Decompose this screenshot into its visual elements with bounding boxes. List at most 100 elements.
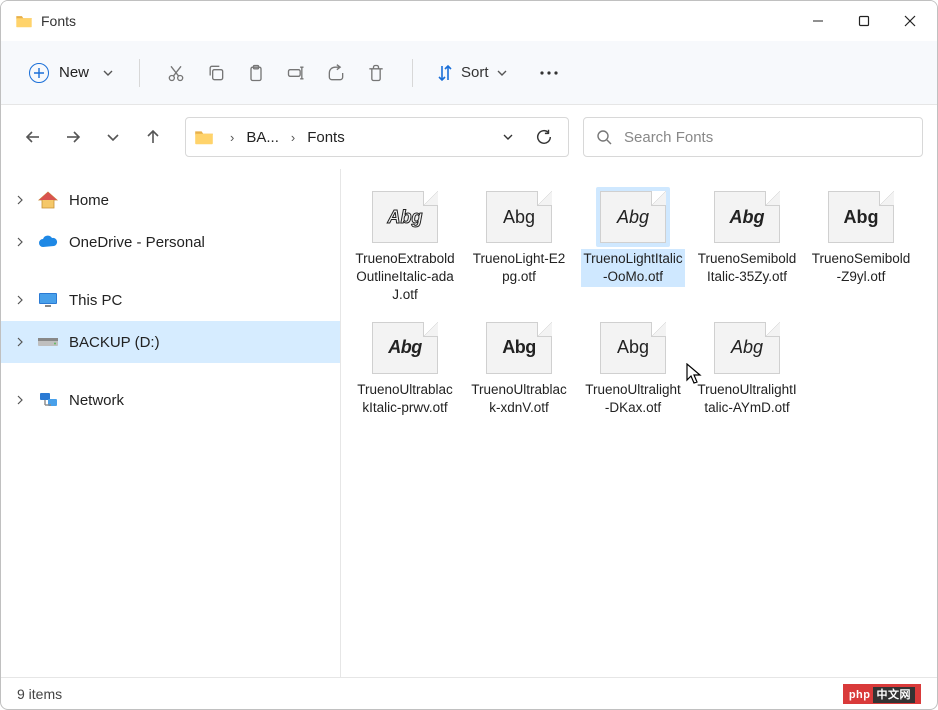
sidebar-item-home[interactable]: Home	[1, 179, 340, 221]
file-name: TruenoLight-E2pg.otf	[467, 249, 571, 287]
font-thumbnail: Abg	[372, 191, 438, 243]
plus-icon	[29, 63, 49, 83]
share-button[interactable]	[316, 53, 356, 93]
font-preview-glyph: Abg	[502, 337, 536, 358]
back-button[interactable]	[15, 119, 51, 155]
refresh-button[interactable]	[528, 121, 560, 153]
file-name: TruenoSemibold-Z9yl.otf	[809, 249, 913, 287]
sidebar-item-thispc[interactable]: This PC	[1, 279, 340, 321]
copy-button[interactable]	[196, 53, 236, 93]
drive-icon	[37, 331, 59, 353]
font-thumbnail: Abg	[714, 322, 780, 374]
navbar: › BA... › Fonts	[1, 105, 937, 169]
chevron-right-icon	[13, 295, 27, 305]
file-item[interactable]: Abg TruenoUltrablack-xdnV.otf	[465, 314, 573, 422]
rename-button[interactable]	[276, 53, 316, 93]
file-name: TruenoUltralightItalic-AYmD.otf	[695, 380, 799, 418]
sort-icon	[437, 64, 453, 82]
file-item[interactable]: Abg TruenoSemibold-Z9yl.otf	[807, 183, 915, 310]
sidebar: Home OneDrive - Personal This	[1, 169, 341, 677]
file-name: TruenoUltralight-DKax.otf	[581, 380, 685, 418]
breadcrumb-item[interactable]: BA...	[244, 125, 281, 150]
chevron-right-icon	[13, 337, 27, 347]
titlebar: Fonts	[1, 1, 937, 41]
new-label: New	[59, 64, 89, 81]
font-thumbnail: Abg	[828, 191, 894, 243]
separator	[412, 59, 413, 87]
chevron-right-icon	[13, 195, 27, 205]
file-item[interactable]: Abg TruenoUltrablackItalic-prwv.otf	[351, 314, 459, 422]
font-preview-glyph: Abg	[388, 337, 422, 358]
font-thumbnail: Abg	[486, 322, 552, 374]
body: Home OneDrive - Personal This	[1, 169, 937, 677]
font-preview-glyph: Abg	[731, 337, 763, 358]
font-preview-glyph: Abg	[617, 337, 649, 358]
toolbar: New Sort	[1, 41, 937, 105]
maximize-button[interactable]	[841, 5, 887, 37]
close-button[interactable]	[887, 5, 933, 37]
sidebar-item-backup[interactable]: BACKUP (D:)	[1, 321, 340, 363]
statusbar: 9 items php中文网	[1, 677, 937, 709]
cloud-icon	[37, 231, 59, 253]
file-name: TruenoSemiboldItalic-35Zy.otf	[695, 249, 799, 287]
sidebar-item-label: Network	[69, 392, 124, 409]
minimize-button[interactable]	[795, 5, 841, 37]
sidebar-item-network[interactable]: Network	[1, 379, 340, 421]
recent-dropdown[interactable]	[95, 119, 131, 155]
sort-button[interactable]: Sort	[429, 58, 515, 88]
font-thumbnail: Abg	[600, 322, 666, 374]
explorer-window: Fonts New	[0, 0, 938, 710]
chevron-right-icon	[13, 237, 27, 247]
item-count: 9 items	[17, 686, 62, 702]
paste-button[interactable]	[236, 53, 276, 93]
monitor-icon	[37, 289, 59, 311]
new-button[interactable]: New	[19, 57, 123, 89]
window-title: Fonts	[41, 13, 76, 29]
sidebar-item-label: Home	[69, 192, 109, 209]
sidebar-item-label: This PC	[69, 292, 122, 309]
file-name: TruenoExtraboldOutlineItalic-adaJ.otf	[353, 249, 457, 306]
file-item[interactable]: Abg TruenoLight-E2pg.otf	[465, 183, 573, 310]
font-thumbnail: Abg	[600, 191, 666, 243]
font-thumbnail: Abg	[714, 191, 780, 243]
file-name: TruenoLightItalic-OoMo.otf	[581, 249, 685, 287]
font-preview-glyph: Abg	[503, 207, 535, 228]
chevron-right-icon	[13, 395, 27, 405]
search-icon	[596, 129, 612, 145]
file-grid[interactable]: Abg TruenoExtraboldOutlineItalic-adaJ.otf…	[341, 169, 937, 677]
watermark-badge: php中文网	[843, 684, 921, 704]
file-name: TruenoUltrablackItalic-prwv.otf	[353, 380, 457, 418]
delete-button[interactable]	[356, 53, 396, 93]
file-item[interactable]: Abg TruenoUltralightItalic-AYmD.otf	[693, 314, 801, 422]
search-box[interactable]	[583, 117, 923, 157]
font-preview-glyph: Abg	[730, 207, 765, 228]
chevron-down-icon	[497, 68, 507, 78]
forward-button[interactable]	[55, 119, 91, 155]
separator	[139, 59, 140, 87]
sidebar-item-label: OneDrive - Personal	[69, 234, 205, 251]
more-button[interactable]	[529, 53, 569, 93]
font-preview-glyph: Abg	[844, 207, 879, 228]
address-bar[interactable]: › BA... › Fonts	[185, 117, 569, 157]
file-item[interactable]: Abg TruenoUltralight-DKax.otf	[579, 314, 687, 422]
file-name: TruenoUltrablack-xdnV.otf	[467, 380, 571, 418]
font-preview-glyph: Abg	[617, 207, 649, 228]
crumb-separator: ›	[224, 130, 240, 145]
sort-label: Sort	[461, 64, 489, 81]
font-thumbnail: Abg	[486, 191, 552, 243]
font-thumbnail: Abg	[372, 322, 438, 374]
chevron-down-icon	[103, 68, 113, 78]
file-item[interactable]: Abg TruenoLightItalic-OoMo.otf	[579, 183, 687, 310]
breadcrumb-item[interactable]: Fonts	[305, 125, 347, 150]
folder-icon	[15, 14, 33, 28]
up-button[interactable]	[135, 119, 171, 155]
file-item[interactable]: Abg TruenoExtraboldOutlineItalic-adaJ.otf	[351, 183, 459, 310]
address-dropdown[interactable]	[492, 121, 524, 153]
search-input[interactable]	[624, 129, 910, 146]
cut-button[interactable]	[156, 53, 196, 93]
sidebar-item-onedrive[interactable]: OneDrive - Personal	[1, 221, 340, 263]
font-preview-glyph: Abg	[388, 207, 423, 228]
home-icon	[37, 189, 59, 211]
sidebar-item-label: BACKUP (D:)	[69, 334, 160, 351]
file-item[interactable]: Abg TruenoSemiboldItalic-35Zy.otf	[693, 183, 801, 310]
